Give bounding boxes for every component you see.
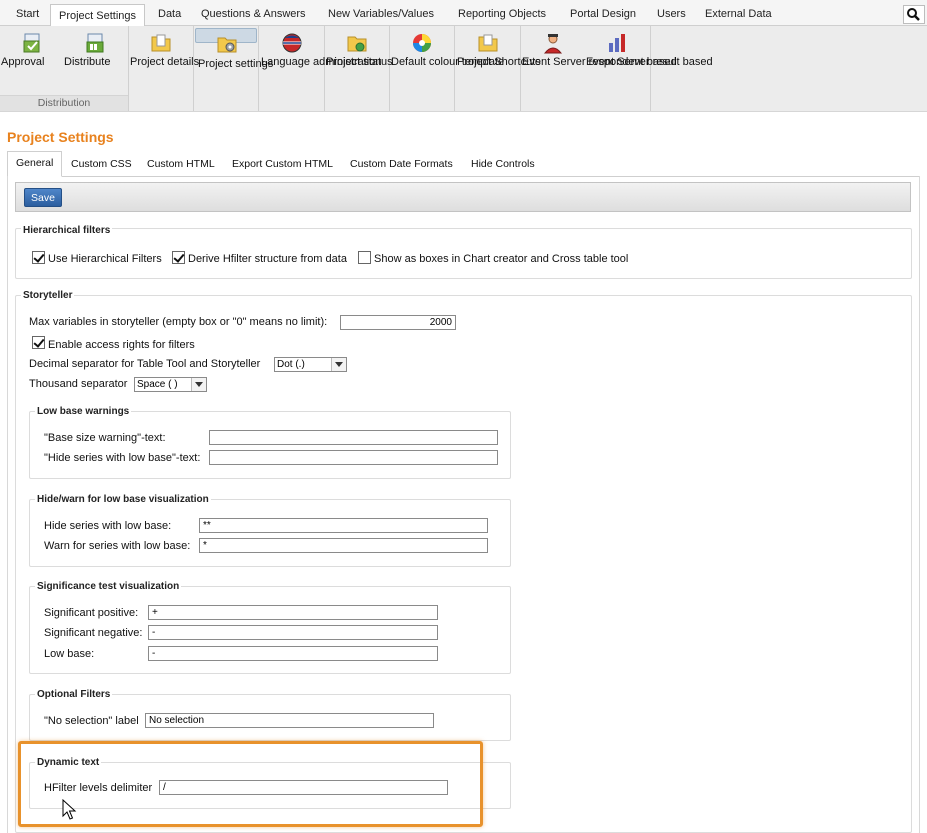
hide-warn-section	[29, 499, 511, 567]
low-base-label: Low base:	[44, 648, 95, 660]
tab-general[interactable]: General	[7, 151, 63, 177]
menu-tab-users[interactable]: Users	[649, 3, 694, 26]
show-as-boxes-checkbox[interactable]	[358, 251, 371, 264]
menu-tab-data[interactable]: Data	[150, 3, 189, 26]
low-base-warnings-section	[29, 411, 511, 479]
folder-icon	[151, 34, 171, 52]
no-selection-input[interactable]	[145, 713, 434, 728]
settings-tabs: General Custom CSS Custom HTML Export Cu…	[7, 151, 920, 177]
ribbon-group-status: Project status	[325, 26, 393, 111]
save-toolbar: Save	[15, 182, 911, 212]
event-server-result-button[interactable]: Event Server result based	[586, 28, 713, 94]
significant-positive-input[interactable]	[148, 605, 438, 620]
decimal-separator-select[interactable]: Dot (.)	[274, 357, 347, 372]
mouse-cursor-icon	[62, 799, 77, 820]
chevron-down-icon	[331, 358, 346, 371]
project-settings-button[interactable]: Project settings	[195, 28, 273, 70]
decimal-separator-value: Dot (.)	[277, 359, 305, 370]
tab-custom-date-formats[interactable]: Custom Date Formats	[342, 153, 461, 175]
derive-hfilter-checkbox[interactable]	[172, 251, 185, 264]
hide-series-text-input[interactable]	[209, 450, 498, 465]
tab-export-custom-html[interactable]: Export Custom HTML	[224, 153, 341, 175]
project-details-button[interactable]: Project details	[130, 28, 199, 94]
page-title: Project Settings	[7, 129, 114, 145]
no-selection-label: "No selection" label	[44, 715, 139, 727]
hide-warn-title: Hide/warn for low base visualization	[35, 494, 211, 505]
event-server-respondent-button[interactable]: Event Server respondent based	[522, 28, 677, 94]
access-rights-label: Enable access rights for filters	[48, 339, 195, 351]
menu-tab-reporting-objects[interactable]: Reporting Objects	[450, 3, 554, 26]
approval-icon	[23, 33, 40, 53]
use-hierarchical-filters-label: Use Hierarchical Filters	[48, 253, 162, 265]
warn-series-label: Warn for series with low base:	[44, 540, 191, 552]
low-base-warnings-title: Low base warnings	[35, 406, 132, 417]
significant-negative-label: Significant negative:	[44, 627, 143, 639]
chevron-down-icon	[191, 378, 206, 391]
ribbon-group-event-server: Event Server respondent based Event Serv…	[521, 26, 713, 111]
base-size-warning-label: "Base size warning"-text:	[44, 432, 166, 444]
low-base-input[interactable]	[148, 646, 438, 661]
optional-filters-title: Optional Filters	[35, 689, 113, 700]
tab-hide-controls[interactable]: Hide Controls	[463, 153, 543, 175]
tab-custom-css[interactable]: Custom CSS	[63, 153, 140, 175]
max-variables-label: Max variables in storyteller (empty box …	[29, 316, 328, 328]
person-icon	[543, 34, 563, 54]
main-menu-bar: Start Project Settings Data Questions & …	[0, 0, 927, 27]
ribbon-group-details: Project details	[129, 26, 199, 111]
storyteller-title: Storyteller	[21, 290, 75, 301]
language-administration-button[interactable]: Language administration	[261, 28, 381, 94]
warn-series-input[interactable]	[199, 538, 488, 553]
search-icon	[907, 8, 920, 21]
menu-tab-portal-design[interactable]: Portal Design	[562, 3, 644, 26]
ribbon-group-shortcuts: Project Shortcuts	[455, 26, 541, 111]
ribbon-group-colour: Default colour template	[390, 26, 504, 111]
folder-shortcut-icon	[478, 34, 498, 52]
bar-chart-icon	[609, 34, 625, 52]
significance-title: Significance test visualization	[35, 581, 182, 592]
highlight-box	[18, 741, 483, 827]
tab-custom-html[interactable]: Custom HTML	[139, 153, 223, 175]
hierarchical-filters-title: Hierarchical filters	[21, 225, 113, 236]
folder-gear-icon	[217, 37, 237, 53]
thousand-separator-value: Space ( )	[137, 379, 178, 390]
default-colour-template-button[interactable]: Default colour template	[391, 28, 504, 94]
thousand-separator-label: Thousand separator	[29, 378, 128, 390]
approval-button[interactable]: Approval	[1, 28, 63, 94]
colour-wheel-icon	[413, 34, 431, 52]
hide-series-text-label: "Hide series with low base"-text:	[44, 452, 201, 464]
significant-negative-input[interactable]	[148, 625, 438, 640]
thousand-separator-select[interactable]: Space ( )	[134, 377, 207, 392]
derive-hfilter-label: Derive Hfilter structure from data	[188, 253, 347, 265]
menu-tab-questions-answers[interactable]: Questions & Answers	[193, 3, 314, 26]
distribute-icon	[86, 33, 104, 53]
use-hierarchical-filters-checkbox[interactable]	[32, 251, 45, 264]
show-as-boxes-label: Show as boxes in Chart creator and Cross…	[374, 253, 629, 265]
hide-series-input[interactable]	[199, 518, 488, 533]
folder-status-icon	[347, 36, 367, 52]
ribbon-group-label: Distribution	[0, 95, 128, 111]
menu-tab-start[interactable]: Start	[8, 3, 47, 26]
hide-series-label: Hide series with low base:	[44, 520, 172, 532]
ribbon-toolbar: Approval Distribute Distribution Project…	[0, 26, 927, 112]
decimal-separator-label: Decimal separator for Table Tool and Sto…	[29, 358, 261, 370]
distribute-button[interactable]: Distribute	[64, 28, 126, 94]
max-variables-input[interactable]	[340, 315, 456, 330]
access-rights-checkbox[interactable]	[32, 336, 45, 349]
project-status-button[interactable]: Project status	[326, 28, 393, 94]
ribbon-group-language: Language administration	[259, 26, 381, 111]
globe-flag-icon	[282, 33, 302, 53]
menu-tab-new-variables[interactable]: New Variables/Values	[320, 3, 442, 26]
significant-positive-label: Significant positive:	[44, 607, 139, 619]
ribbon-group-distribution: Approval Distribute Distribution	[0, 26, 129, 111]
save-button[interactable]: Save	[24, 188, 62, 207]
base-size-warning-input[interactable]	[209, 430, 498, 445]
ribbon-group-settings: Project settings	[194, 26, 273, 111]
project-shortcuts-button[interactable]: Project Shortcuts	[457, 28, 541, 94]
menu-tab-external-data[interactable]: External Data	[697, 3, 780, 26]
menu-tab-project-settings[interactable]: Project Settings	[50, 4, 146, 27]
search-button[interactable]	[903, 5, 925, 24]
